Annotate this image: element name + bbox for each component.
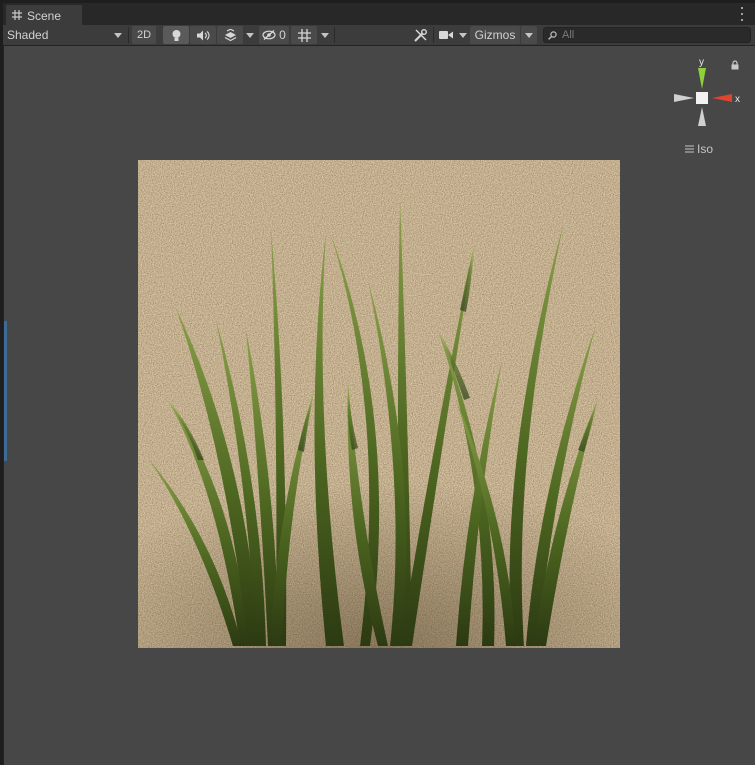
gizmos-label: Gizmos: [474, 28, 516, 42]
gizmos-dropdown-arrow[interactable]: [521, 26, 537, 44]
chevron-down-icon: [459, 32, 467, 38]
layers-icon: [224, 29, 236, 41]
x-axis-cone[interactable]: [712, 94, 732, 102]
gizmo-y-label: y: [699, 57, 704, 68]
grid-snap-icon: [297, 28, 311, 42]
tab-bar: Scene: [3, 3, 755, 25]
search-icon: [548, 30, 557, 40]
menu-icon: [685, 145, 694, 153]
audio-toggle-button[interactable]: [190, 26, 216, 44]
scene-search-field[interactable]: [543, 27, 751, 43]
grass-texture-quad[interactable]: [138, 160, 620, 648]
grass-texture-image: [138, 160, 620, 648]
effects-toggle-button[interactable]: [217, 26, 243, 44]
scene-toolbar: Shaded 2D 0 Gizmos All: [3, 25, 755, 46]
toolbar-divider: [433, 27, 434, 43]
scene-viewport[interactable]: y x Iso: [3, 46, 755, 765]
neg-y-axis-cone[interactable]: [698, 107, 706, 126]
tools-button[interactable]: [408, 26, 432, 44]
toolbar-divider: [334, 27, 335, 43]
tab-scene[interactable]: Scene: [6, 5, 82, 25]
neg-x-axis-cone[interactable]: [674, 94, 694, 102]
gizmo-center-cube[interactable]: [696, 92, 708, 104]
search-input[interactable]: [562, 29, 732, 41]
eye-slash-icon: [262, 30, 276, 40]
grid-icon: [12, 9, 22, 23]
tab-label: Scene: [27, 9, 62, 23]
gizmo-x-label: x: [735, 94, 740, 105]
more-options-icon[interactable]: [739, 7, 745, 21]
viewport-edge-highlight: [4, 321, 7, 461]
scene-window: Scene Shaded 2D 0 Gizmos All y x Iso: [3, 3, 755, 765]
speaker-icon: [196, 30, 209, 40]
hidden-object-count: 0: [279, 28, 286, 42]
shading-mode-label: Shaded: [7, 28, 49, 42]
toggle-2d-label: 2D: [136, 29, 152, 41]
gizmos-button[interactable]: Gizmos: [470, 26, 520, 44]
y-axis-cone[interactable]: [698, 68, 706, 89]
projection-toggle[interactable]: Iso: [685, 142, 713, 156]
effects-dropdown-arrow[interactable]: [243, 26, 257, 44]
grid-toggle-button[interactable]: [291, 26, 317, 44]
toggle-2d-button[interactable]: 2D: [132, 26, 156, 44]
chevron-down-icon: [525, 32, 533, 38]
toolbar-divider: [128, 27, 129, 43]
shading-mode-dropdown[interactable]: Shaded: [3, 26, 127, 44]
chevron-down-icon: [246, 32, 254, 38]
projection-label: Iso: [697, 142, 714, 156]
chevron-down-icon: [114, 33, 122, 38]
camera-settings-button[interactable]: [435, 26, 457, 44]
camera-icon: [439, 31, 453, 39]
chevron-down-icon: [321, 32, 329, 38]
lightbulb-icon: [172, 29, 180, 41]
tools-icon: [413, 28, 427, 42]
lock-icon[interactable]: [731, 60, 739, 70]
lighting-toggle-button[interactable]: [163, 26, 189, 44]
scene-visibility-button[interactable]: 0: [259, 26, 289, 44]
grid-dropdown-arrow[interactable]: [317, 26, 333, 44]
camera-dropdown-arrow[interactable]: [457, 26, 469, 44]
